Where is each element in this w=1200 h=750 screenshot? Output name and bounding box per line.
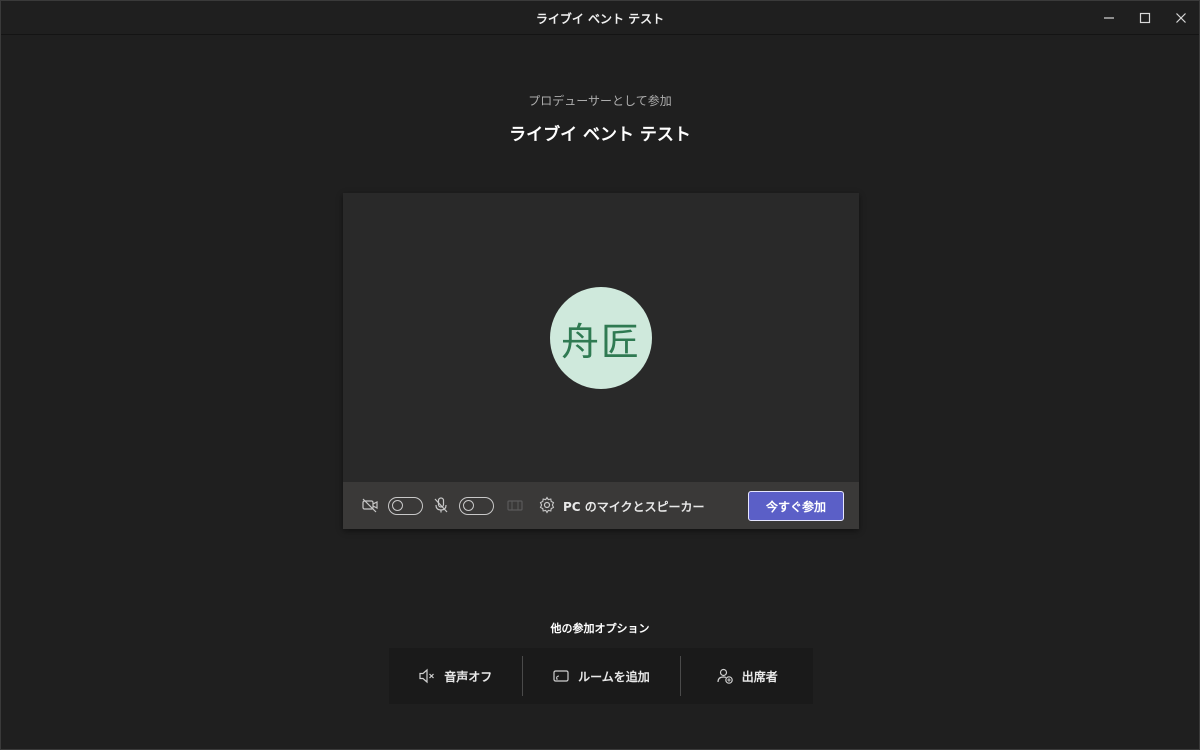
- speaker-off-icon: [419, 668, 435, 684]
- mic-off-icon: [432, 496, 450, 514]
- background-effects-icon[interactable]: [506, 496, 524, 514]
- window-title: ライブイ ベント テスト: [535, 12, 665, 26]
- other-join-options-heading: 他の参加オプション: [550, 622, 650, 635]
- avatar: 舟匠: [550, 287, 652, 389]
- camera-toggle[interactable]: [388, 497, 423, 515]
- add-room-option[interactable]: ルームを追加: [522, 648, 679, 704]
- other-join-options: 音声オフ ルームを追加 出席者: [389, 648, 813, 704]
- mic-toggle[interactable]: [459, 497, 494, 515]
- join-role-subtitle: プロデューサーとして参加: [528, 94, 672, 108]
- maximize-icon: [1139, 12, 1151, 24]
- close-button[interactable]: [1163, 1, 1199, 35]
- attendees-label: 出席者: [741, 669, 778, 684]
- window-controls: [1091, 1, 1199, 35]
- meeting-title: ライブイ ベント テスト: [509, 125, 691, 145]
- audio-off-option[interactable]: 音声オフ: [389, 648, 522, 704]
- audio-off-label: 音声オフ: [444, 669, 493, 684]
- minimize-button[interactable]: [1091, 1, 1127, 35]
- attendees-option[interactable]: 出席者: [681, 648, 814, 704]
- app-window: ライブイ ベント テスト プロデューサーとして参加 ライブイ ベント テスト 舟…: [0, 0, 1200, 750]
- audio-device-label[interactable]: PC のマイクとスピーカー: [563, 498, 705, 515]
- gear-icon[interactable]: [538, 496, 556, 514]
- cast-room-icon: [553, 670, 569, 682]
- minimize-icon: [1104, 17, 1114, 19]
- title-bar[interactable]: ライブイ ベント テスト: [1, 1, 1199, 35]
- join-now-button[interactable]: 今すぐ参加: [748, 491, 844, 521]
- camera-off-icon: [361, 496, 379, 514]
- video-preview: 舟匠 PC のマイクとスピーカー 今すぐ参加: [343, 193, 859, 529]
- maximize-button[interactable]: [1127, 1, 1163, 35]
- close-icon: [1176, 13, 1186, 23]
- add-person-icon: [717, 668, 733, 684]
- device-controls-bar: PC のマイクとスピーカー 今すぐ参加: [343, 482, 859, 529]
- add-room-label: ルームを追加: [578, 669, 650, 684]
